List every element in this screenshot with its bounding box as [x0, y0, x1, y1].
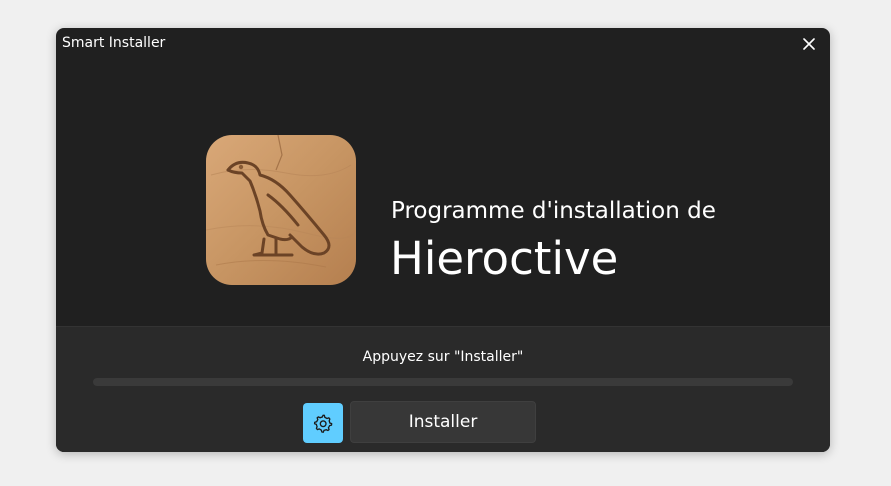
close-button[interactable] [796, 31, 822, 57]
hero-section: Programme d'installation de Hieroctive [56, 58, 830, 326]
title-bar: Smart Installer [56, 28, 830, 58]
status-text: Appuyez sur "Installer" [362, 349, 524, 365]
window-title: Smart Installer [62, 35, 166, 51]
app-name-title: Hieroctive [390, 232, 619, 285]
settings-button[interactable] [303, 403, 343, 443]
close-icon [803, 38, 815, 50]
install-button[interactable]: Installer [350, 401, 536, 443]
progress-bar [93, 378, 793, 386]
installer-subtitle: Programme d'installation de [391, 198, 716, 224]
gear-icon [313, 414, 333, 433]
installer-window: Smart Installer Programme d'installation… [56, 28, 830, 452]
falcon-hieroglyph-icon [206, 135, 356, 285]
footer-panel: Appuyez sur "Installer" Installer [56, 326, 830, 452]
